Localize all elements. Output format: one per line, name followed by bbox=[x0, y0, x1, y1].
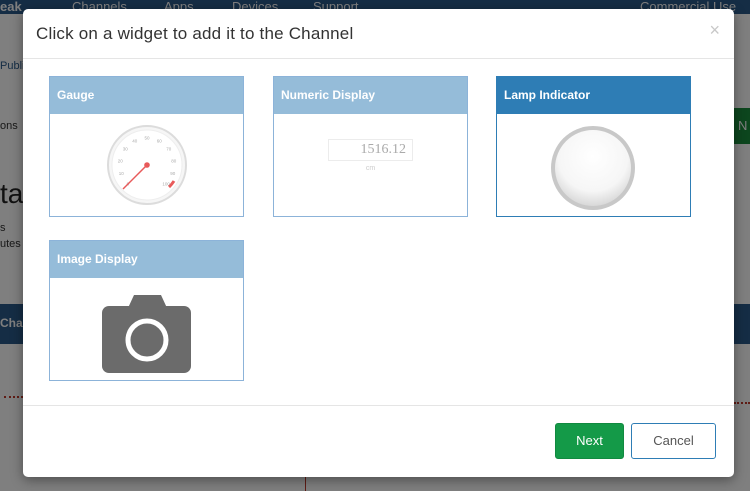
numeric-unit-preview: cm bbox=[365, 165, 376, 172]
add-widget-modal: Click on a widget to add it to the Chann… bbox=[23, 9, 734, 477]
widget-preview bbox=[50, 278, 243, 380]
cancel-button[interactable]: Cancel bbox=[631, 423, 716, 459]
gauge-tick-label: 100 bbox=[162, 182, 170, 187]
modal-header: Click on a widget to add it to the Chann… bbox=[23, 9, 734, 59]
widget-preview: 1516.12 cm bbox=[274, 114, 467, 216]
widget-title: Numeric Display bbox=[274, 77, 467, 114]
close-icon[interactable]: × bbox=[709, 21, 720, 39]
widget-title: Gauge bbox=[50, 77, 243, 114]
modal-footer: Next Cancel bbox=[23, 405, 734, 477]
gauge-tick-label: 80 bbox=[171, 158, 177, 163]
modal-title: Click on a widget to add it to the Chann… bbox=[36, 24, 354, 43]
widget-title: Lamp Indicator bbox=[497, 77, 690, 114]
widget-numeric-display[interactable]: Numeric Display 1516.12 cm bbox=[273, 76, 468, 217]
gauge-tick-label: 90 bbox=[170, 171, 176, 176]
widget-lamp-indicator[interactable]: Lamp Indicator bbox=[496, 76, 691, 217]
gauge-preview-icon: 0102030405060708090100 bbox=[107, 125, 187, 205]
gauge-tick-label: 70 bbox=[166, 147, 172, 152]
camera-icon bbox=[102, 295, 191, 373]
widget-preview: 0102030405060708090100 bbox=[50, 114, 243, 216]
widget-title: Image Display bbox=[50, 241, 243, 278]
gauge-tick-label: 40 bbox=[132, 138, 138, 143]
widget-preview bbox=[497, 114, 690, 216]
numeric-value-preview: 1516.12 bbox=[328, 139, 413, 161]
lamp-preview-icon bbox=[551, 126, 635, 210]
gauge-tick-label: 30 bbox=[123, 147, 129, 152]
gauge-tick-label: 60 bbox=[157, 138, 163, 143]
next-button[interactable]: Next bbox=[555, 423, 624, 459]
gauge-tick-label: 50 bbox=[144, 136, 150, 141]
widget-image-display[interactable]: Image Display bbox=[49, 240, 244, 381]
widget-gauge[interactable]: Gauge 0102030405060708090100 bbox=[49, 76, 244, 217]
gauge-tick-label: 10 bbox=[119, 171, 125, 176]
gauge-tick-label: 20 bbox=[118, 158, 124, 163]
